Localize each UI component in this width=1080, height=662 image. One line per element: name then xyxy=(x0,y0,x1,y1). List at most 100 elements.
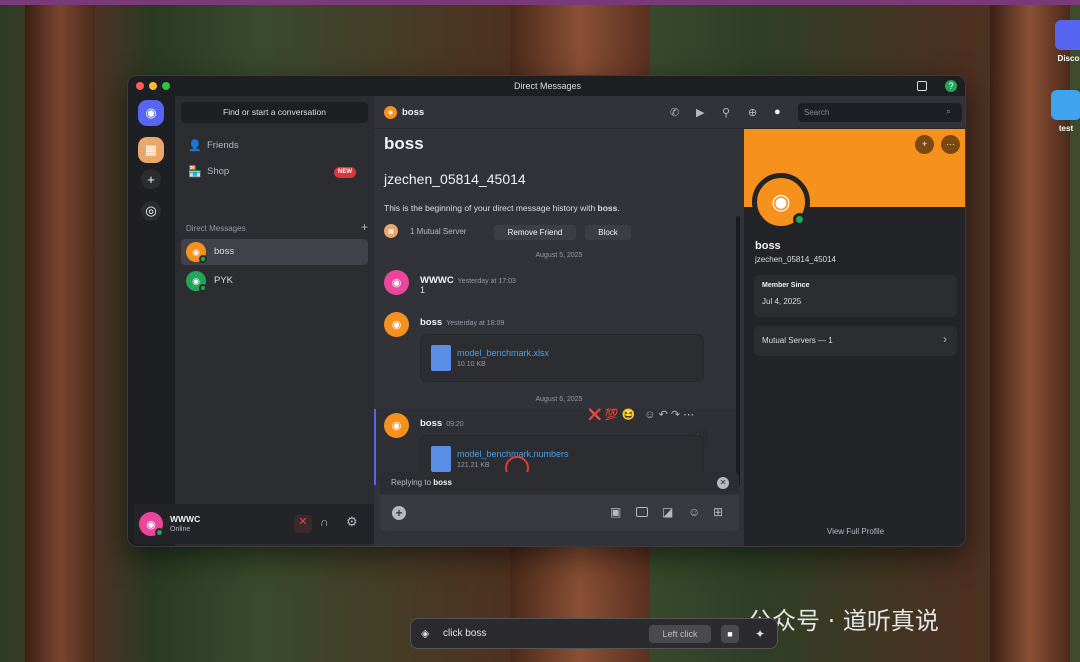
attach-plus-icon[interactable]: + xyxy=(392,506,406,520)
message-actions: ❌ 💯 😆 ☺ ↶ ↷ ⋯ xyxy=(588,405,730,425)
title-bar: Direct Messages ? xyxy=(128,76,965,96)
dm-sidebar: Find or start a conversation 👤 Friends 🏪… xyxy=(175,96,374,546)
video-call-icon[interactable]: ▶ xyxy=(696,106,704,119)
dm-item-boss[interactable]: ◉ boss xyxy=(181,239,368,265)
apps-icon[interactable]: ⊞ xyxy=(713,505,723,519)
left-click-badge: Left click xyxy=(649,625,711,643)
intro-username: jzechen_05814_45014 xyxy=(384,171,526,187)
chat-header: ◉ boss ✆ ▶ ⚲ ⊕ ● Search ⌕ xyxy=(374,96,965,129)
task-text: click boss xyxy=(443,628,487,639)
nav-shop[interactable]: 🏪 Shop NEW xyxy=(181,160,368,184)
nav-friends[interactable]: 👤 Friends xyxy=(181,134,368,158)
discover-button[interactable]: ◎ xyxy=(141,201,161,221)
add-reaction-icon[interactable]: ☺ xyxy=(644,409,655,421)
gift-icon[interactable]: ▣ xyxy=(610,505,621,519)
pin-icon[interactable]: ⚲ xyxy=(722,106,730,119)
mutual-servers-label: Mutual Servers — 1 xyxy=(762,336,833,345)
more-icon[interactable]: ⋯ xyxy=(683,409,694,421)
desktop-icon-test[interactable]: test xyxy=(1036,90,1080,133)
intro-text-end: . xyxy=(617,203,620,213)
forward-icon[interactable]: ↷ xyxy=(671,409,680,421)
online-indicator xyxy=(793,213,806,226)
tree-trunk xyxy=(25,0,95,662)
message-item: ◉ WWWC Yesterday at 17:03 1 xyxy=(384,268,734,308)
scrollbar[interactable] xyxy=(736,216,740,486)
nav-label: Shop xyxy=(207,166,230,177)
agent-icon: ◈ xyxy=(421,628,430,640)
mute-icon[interactable]: ✕ xyxy=(294,515,312,533)
inbox-icon[interactable] xyxy=(917,81,927,91)
message-text: 1 xyxy=(420,285,426,295)
avatar[interactable]: ◉ xyxy=(384,312,409,337)
create-dm-icon[interactable]: + xyxy=(361,220,368,234)
file-attachment[interactable]: model_benchmark.xlsx 10.10 KB xyxy=(420,334,704,382)
dm-header: Direct Messages xyxy=(186,224,246,233)
file-size: 10.10 KB xyxy=(457,361,486,368)
user-name: WWWC xyxy=(170,514,201,524)
reaction-100[interactable]: 💯 xyxy=(605,409,619,421)
search-icon: ⌕ xyxy=(946,106,952,116)
avatar: ◉ xyxy=(384,106,397,119)
mutual-servers-row[interactable]: Mutual Servers — 1 › xyxy=(754,326,957,356)
zoom-window-button[interactable] xyxy=(162,82,170,90)
desktop-icon-label: test xyxy=(1058,124,1074,133)
file-name-link[interactable]: model_benchmark.xlsx xyxy=(457,348,549,358)
member-since-card: Member Since Jul 4, 2025 xyxy=(754,275,957,317)
server-icon[interactable]: ▦ xyxy=(138,137,164,163)
intro-text-bold: boss xyxy=(597,203,618,213)
message-author[interactable]: boss xyxy=(420,317,442,328)
remove-friend-button[interactable]: Remove Friend xyxy=(494,225,576,240)
reaction-x[interactable]: ❌ xyxy=(588,409,602,421)
intro-text: This is the beginning of your direct mes… xyxy=(384,203,620,213)
agent-taskbar: ◈ click boss Left click ■ ✦ xyxy=(410,618,778,649)
avatar[interactable]: ◉ xyxy=(384,270,409,295)
add-friends-icon[interactable]: ⊕ xyxy=(748,106,757,119)
voice-call-icon[interactable]: ✆ xyxy=(670,106,679,119)
discord-app-icon xyxy=(1055,20,1080,50)
desktop-icon-discord[interactable]: Discor xyxy=(1040,20,1080,63)
minimize-window-button[interactable] xyxy=(149,82,157,90)
message-author[interactable]: boss xyxy=(420,418,442,429)
new-badge: NEW xyxy=(334,167,356,178)
add-server-button[interactable]: + xyxy=(141,169,161,189)
close-window-button[interactable] xyxy=(136,82,144,90)
block-button[interactable]: Block xyxy=(585,225,631,240)
message-timestamp: Yesterday at 17:03 xyxy=(457,278,516,285)
document-icon xyxy=(431,345,451,371)
dm-item-pyk[interactable]: ◉ PYK xyxy=(181,268,368,294)
stop-button[interactable]: ■ xyxy=(721,625,739,643)
online-indicator xyxy=(199,255,207,263)
home-dm-button[interactable]: ◉ xyxy=(138,100,164,126)
view-full-profile-link[interactable]: View Full Profile xyxy=(744,527,965,536)
mutual-server-label[interactable]: 1 Mutual Server xyxy=(410,227,466,236)
user-status: Online xyxy=(170,526,191,533)
search-input[interactable]: Search xyxy=(798,103,962,122)
intro-title: boss xyxy=(384,134,424,153)
avatar[interactable]: ◉ xyxy=(384,413,409,438)
headphones-icon[interactable]: ∩ xyxy=(320,515,329,529)
profile-panel: + ⋯ ◉ boss jzechen_05814_45014 Member Si… xyxy=(744,129,965,546)
more-options-icon[interactable]: ⋯ xyxy=(941,135,960,154)
sticker-icon[interactable]: ◪ xyxy=(662,505,673,519)
gif-icon[interactable] xyxy=(636,507,648,517)
reply-bar: Replying to boss ✕ xyxy=(380,472,739,494)
cancel-reply-icon[interactable]: ✕ xyxy=(717,477,729,489)
reply-icon[interactable]: ↶ xyxy=(659,409,668,421)
reply-target: boss xyxy=(433,478,452,487)
message-input[interactable]: + ▣ ◪ ☺ ⊞ xyxy=(380,495,739,531)
emoji-icon[interactable]: ☺ xyxy=(688,505,700,519)
dm-name: boss xyxy=(214,246,235,257)
message-author[interactable]: WWWC xyxy=(420,275,454,286)
add-friend-icon[interactable]: + xyxy=(915,135,934,154)
dm-name: PYK xyxy=(214,275,234,286)
user-profile-icon[interactable]: ● xyxy=(774,106,781,118)
find-conversation-button[interactable]: Find or start a conversation xyxy=(181,102,368,123)
friends-icon: 👤 xyxy=(188,140,202,152)
online-indicator xyxy=(199,284,207,292)
reaction-laugh[interactable]: 😆 xyxy=(622,409,636,421)
settings-gear-icon[interactable]: ⚙ xyxy=(346,514,358,530)
help-icon[interactable]: ? xyxy=(945,80,957,92)
menu-bar xyxy=(0,0,1080,5)
window-title: Direct Messages xyxy=(513,81,582,91)
cursor-mode-icon[interactable]: ✦ xyxy=(751,625,769,643)
